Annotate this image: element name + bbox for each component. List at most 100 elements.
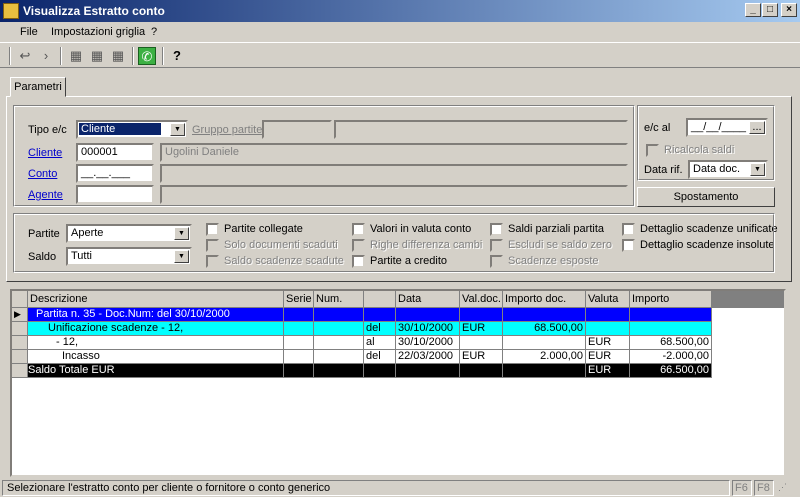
row-header[interactable] bbox=[12, 364, 28, 378]
grid-cell-col-descrizione[interactable]: - 12, bbox=[28, 336, 284, 350]
grid-cell-col-valuta[interactable]: EUR bbox=[586, 350, 630, 364]
saldi-parziali-partita-checkbox[interactable] bbox=[490, 223, 503, 236]
tab-parametri[interactable]: Parametri bbox=[10, 77, 66, 97]
grid-cell-col-importo[interactable] bbox=[630, 308, 712, 322]
cliente-code-field[interactable]: 000001 bbox=[76, 143, 154, 162]
row-header[interactable]: ▶ bbox=[12, 308, 28, 322]
grid-cell-col-serie[interactable] bbox=[284, 322, 314, 336]
grid-cell-col-data[interactable] bbox=[396, 308, 460, 322]
grid-delete-icon[interactable]: ▦ bbox=[108, 47, 128, 65]
grid-cell-col-type[interactable]: del bbox=[364, 350, 396, 364]
minimize-button[interactable]: _ bbox=[745, 3, 761, 17]
header-col-serie[interactable]: Serie bbox=[284, 291, 314, 308]
header-col-descrizione[interactable]: Descrizione bbox=[28, 291, 284, 308]
partite-a-credito-checkbox[interactable] bbox=[352, 255, 365, 268]
grid-cell-col-importo-doc[interactable] bbox=[503, 308, 586, 322]
grid-cell-col-descrizione[interactable]: Incasso bbox=[28, 350, 284, 364]
grid-cell-col-num[interactable] bbox=[314, 336, 364, 350]
gruppo-partite-label[interactable]: Gruppo partite bbox=[192, 124, 262, 136]
row-header[interactable] bbox=[12, 322, 28, 336]
dettaglio-scadenze-insolute-checkbox[interactable] bbox=[622, 239, 635, 252]
undo-icon[interactable]: ↩ bbox=[15, 47, 35, 65]
header-col-valuta[interactable]: Valuta bbox=[586, 291, 630, 308]
grid-cell-col-valuta[interactable]: EUR bbox=[586, 336, 630, 350]
dettaglio-scadenze-unificate-checkbox[interactable] bbox=[622, 223, 635, 236]
grid-add-icon[interactable]: ▦ bbox=[66, 47, 86, 65]
partite-value: Aperte bbox=[71, 227, 104, 239]
header-col-importo-doc[interactable]: Importo doc. bbox=[503, 291, 586, 308]
grid-cell-col-num[interactable] bbox=[314, 364, 364, 378]
header-col-type[interactable] bbox=[364, 291, 396, 308]
resize-grip-icon[interactable]: ⋰ bbox=[778, 482, 796, 496]
header-col-importo[interactable]: Importo bbox=[630, 291, 712, 308]
grid-cell-col-descrizione[interactable]: Unificazione scadenze - 12, bbox=[28, 322, 284, 336]
saldo-combo[interactable]: Tutti ▼ bbox=[66, 247, 192, 266]
grid-cell-col-data[interactable] bbox=[396, 364, 460, 378]
grid-cell-col-type[interactable]: al bbox=[364, 336, 396, 350]
grid-cell-col-serie[interactable] bbox=[284, 364, 314, 378]
menu-impostazioni-griglia[interactable]: Impostazioni griglia bbox=[51, 26, 145, 38]
maximize-button[interactable]: □ bbox=[762, 3, 778, 17]
ec-al-field[interactable]: __/__/____ ... bbox=[686, 118, 768, 137]
chevron-down-icon[interactable]: ▼ bbox=[174, 227, 189, 240]
grid-cell-col-serie[interactable] bbox=[284, 336, 314, 350]
partite-collegate-checkbox[interactable] bbox=[206, 223, 219, 236]
statement-grid[interactable]: Descrizione Serie Num. Data Val.doc. Importo … bbox=[10, 289, 786, 477]
grid-cell-col-importo[interactable]: -2.000,00 bbox=[630, 350, 712, 364]
grid-cell-col-num[interactable] bbox=[314, 322, 364, 336]
grid-cell-col-importo[interactable] bbox=[630, 322, 712, 336]
grid-cell-col-type[interactable] bbox=[364, 364, 396, 378]
close-button[interactable]: × bbox=[781, 3, 797, 17]
row-header[interactable] bbox=[12, 350, 28, 364]
conto-label[interactable]: Conto bbox=[28, 168, 57, 180]
header-col-data[interactable]: Data bbox=[396, 291, 460, 308]
grid-cell-col-data[interactable]: 30/10/2000 bbox=[396, 336, 460, 350]
valori-valuta-conto-checkbox[interactable] bbox=[352, 223, 365, 236]
grid-cell-col-data[interactable]: 30/10/2000 bbox=[396, 322, 460, 336]
grid-cell-col-importo-doc[interactable]: 2.000,00 bbox=[503, 350, 586, 364]
tipo-ec-combo[interactable]: Cliente ▼ bbox=[76, 120, 188, 139]
grid-cell-col-num[interactable] bbox=[314, 350, 364, 364]
grid-cell-col-importo-doc[interactable] bbox=[503, 364, 586, 378]
chevron-down-icon[interactable]: ▼ bbox=[170, 123, 185, 136]
grid-cell-col-val-doc[interactable] bbox=[460, 336, 503, 350]
grid-cell-col-serie[interactable] bbox=[284, 308, 314, 322]
row-header[interactable] bbox=[12, 336, 28, 350]
grid-cell-col-importo-doc[interactable] bbox=[503, 336, 586, 350]
cliente-label[interactable]: Cliente bbox=[28, 147, 62, 159]
phone-icon[interactable]: ✆ bbox=[138, 47, 156, 65]
grid-cell-col-descrizione[interactable]: Saldo Totale EUR bbox=[28, 364, 284, 378]
chevron-down-icon[interactable]: ▼ bbox=[750, 163, 765, 176]
grid-cell-col-val-doc[interactable]: EUR bbox=[460, 322, 503, 336]
forward-icon[interactable]: › bbox=[36, 47, 56, 65]
grid-cell-col-serie[interactable] bbox=[284, 350, 314, 364]
grid-icon[interactable]: ▦ bbox=[87, 47, 107, 65]
grid-cell-col-val-doc[interactable] bbox=[460, 364, 503, 378]
menu-file[interactable]: File bbox=[20, 26, 38, 38]
data-rif-combo[interactable]: Data doc. ▼ bbox=[688, 160, 768, 179]
agente-label[interactable]: Agente bbox=[28, 189, 63, 201]
chevron-down-icon[interactable]: ▼ bbox=[174, 250, 189, 263]
grid-cell-col-importo[interactable]: 68.500,00 bbox=[630, 336, 712, 350]
grid-cell-col-val-doc[interactable]: EUR bbox=[460, 350, 503, 364]
conto-field[interactable]: __.__.___ bbox=[76, 164, 154, 183]
menu-help[interactable]: ? bbox=[151, 26, 157, 38]
spostamento-button[interactable]: Spostamento bbox=[637, 187, 775, 207]
header-col-num[interactable]: Num. bbox=[314, 291, 364, 308]
grid-cell-col-type[interactable] bbox=[364, 308, 396, 322]
grid-cell-col-valuta[interactable] bbox=[586, 308, 630, 322]
grid-cell-col-data[interactable]: 22/03/2000 bbox=[396, 350, 460, 364]
help-icon[interactable]: ? bbox=[167, 47, 187, 65]
grid-cell-col-valuta[interactable]: EUR bbox=[586, 364, 630, 378]
agente-field[interactable] bbox=[76, 185, 154, 204]
header-col-val-doc[interactable]: Val.doc. bbox=[460, 291, 503, 308]
grid-cell-col-num[interactable] bbox=[314, 308, 364, 322]
grid-cell-col-val-doc[interactable] bbox=[460, 308, 503, 322]
partite-combo[interactable]: Aperte ▼ bbox=[66, 224, 192, 243]
grid-cell-col-importo-doc[interactable]: 68.500,00 bbox=[503, 322, 586, 336]
date-picker-button[interactable]: ... bbox=[749, 121, 765, 134]
grid-cell-col-type[interactable]: del bbox=[364, 322, 396, 336]
grid-cell-col-importo[interactable]: 66.500,00 bbox=[630, 364, 712, 378]
grid-cell-col-valuta[interactable] bbox=[586, 322, 630, 336]
grid-cell-col-descrizione[interactable]: Partita n. 35 - Doc.Num: del 30/10/2000 bbox=[28, 308, 284, 322]
